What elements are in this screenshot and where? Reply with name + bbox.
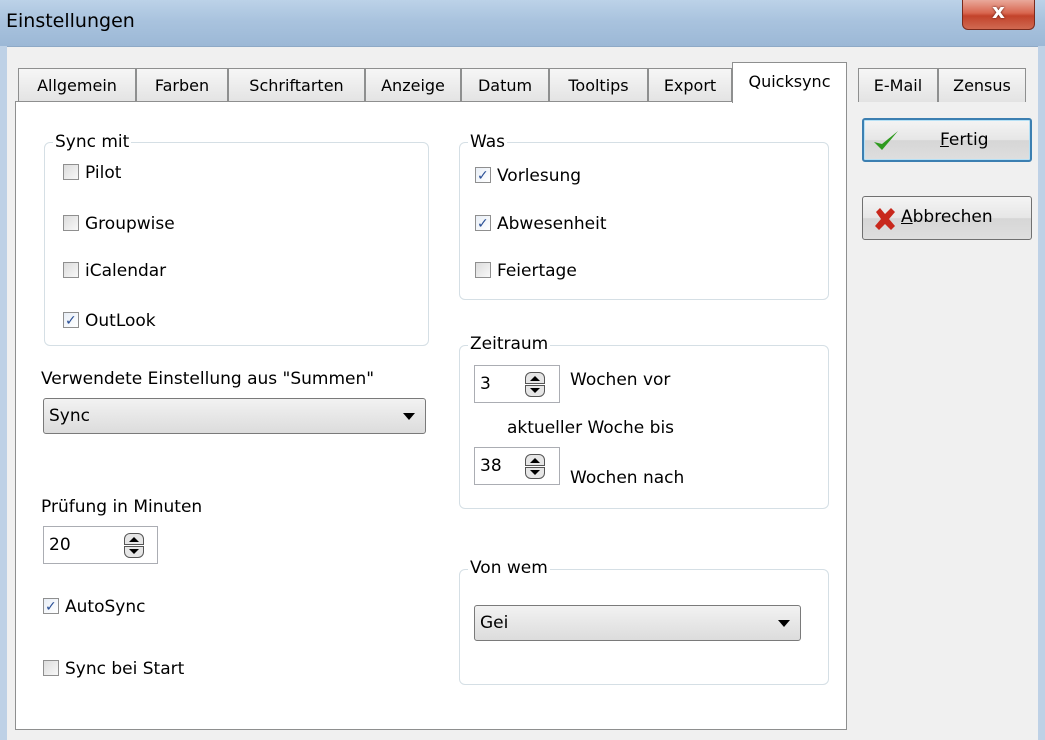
cross-icon [875,208,895,230]
checkbox-label: iCalendar [85,261,167,281]
window-frame-left [0,46,7,740]
checkbox-box[interactable] [63,215,79,231]
tab-farben[interactable]: Farben [136,68,228,102]
checkbox-box[interactable] [63,262,79,278]
wochen-nach-stepper[interactable]: 38 [474,447,560,485]
pruefung-stepper[interactable]: 20 [43,526,158,564]
window-frame-right [1038,46,1045,740]
von-wem-dropdown-value: Gei [480,613,509,633]
wochen-vor-stepper[interactable]: 3 [474,365,560,403]
fertig-button[interactable]: Fertig [862,118,1032,162]
checkbox-box[interactable]: ✓ [43,598,59,615]
checkbox-label: Feiertage [497,261,577,281]
checkmark-icon: ✓ [477,216,489,232]
tab-zensus[interactable]: Zensus [938,68,1026,102]
chevron-down-icon [403,413,415,420]
close-icon: x [992,0,1005,23]
tab-tooltips[interactable]: Tooltips [549,68,648,102]
spin-buttons[interactable] [525,454,547,480]
von-wem-dropdown[interactable]: Gei [474,605,801,641]
pruefung-label: Prüfung in Minuten [41,497,203,517]
checkbox-box[interactable]: ✓ [475,215,491,232]
fertig-label: Fertig [940,130,989,150]
checkbox-label: Sync bei Start [65,659,185,679]
tab-allgemein[interactable]: Allgemein [18,68,136,102]
tab-anzeige[interactable]: Anzeige [365,68,461,102]
chevron-down-icon [778,620,790,627]
window-title: Einstellungen [6,10,135,32]
checkbox-box[interactable]: ✓ [63,312,79,329]
spin-down-icon[interactable] [525,467,545,479]
spin-up-icon[interactable] [525,372,545,384]
title-bar: Einstellungen x [0,0,1045,47]
wochen-nach-value: 38 [480,456,502,476]
checkmark-icon: ✓ [65,313,77,329]
tab-email[interactable]: E-Mail [858,68,938,102]
wochen-vor-value: 3 [480,374,491,394]
was-title: Was [468,132,507,152]
summen-dropdown-value: Sync [49,406,90,426]
abbrechen-label: Abbrechen [901,207,993,227]
quicksync-panel: Sync mit Pilot Groupwise iCalendar ✓ Out… [15,101,847,730]
tab-quicksync[interactable]: Quicksync [732,62,847,103]
checkbox-box[interactable] [43,660,59,676]
tab-datum[interactable]: Datum [461,68,549,102]
tab-schriftarten[interactable]: Schriftarten [228,68,365,102]
checkbox-label: Abwesenheit [497,214,607,234]
checkbox-label: OutLook [85,311,156,331]
spin-down-icon[interactable] [525,385,545,397]
checkbox-box[interactable] [475,262,491,278]
summen-dropdown[interactable]: Sync [43,398,426,434]
abbrechen-button[interactable]: Abbrechen [862,196,1032,240]
checkmark-icon: ✓ [45,599,57,615]
checkbox-label: AutoSync [65,597,146,617]
checkbox-box[interactable] [63,164,79,180]
spin-buttons[interactable] [525,372,547,398]
checkbox-label: Pilot [85,163,122,183]
von-wem-title: Von wem [468,558,550,578]
checkmark-icon [874,131,898,150]
tab-export[interactable]: Export [648,68,732,102]
summen-label: Verwendete Einstellung aus "Summen" [41,369,375,389]
pruefung-value: 20 [49,535,71,555]
checkbox-label: Vorlesung [497,166,582,186]
spin-up-icon[interactable] [124,533,144,545]
spin-up-icon[interactable] [525,454,545,466]
sync-mit-title: Sync mit [53,132,132,152]
spin-down-icon[interactable] [124,546,144,558]
spin-buttons[interactable] [124,533,146,559]
checkmark-icon: ✓ [477,168,489,184]
wochen-vor-label: Wochen vor [570,370,671,390]
checkbox-box[interactable]: ✓ [475,167,491,184]
close-button[interactable]: x [962,0,1035,30]
aktueller-woche-label: aktueller Woche bis [507,418,675,438]
zeitraum-title: Zeitraum [468,334,551,354]
checkbox-label: Groupwise [85,214,175,234]
wochen-nach-label: Wochen nach [570,468,685,488]
